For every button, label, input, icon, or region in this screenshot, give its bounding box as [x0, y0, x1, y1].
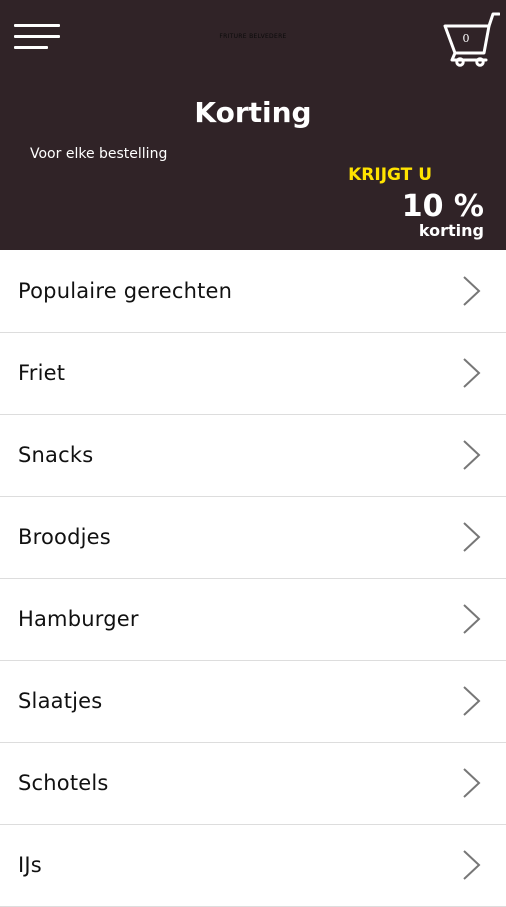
category-item-slaatjes[interactable]: Slaatjes — [0, 661, 506, 743]
banner-subtitle: Voor elke bestelling — [30, 146, 168, 162]
category-item-ijs[interactable]: IJs — [0, 825, 506, 907]
top-bar: FRITURE BELVEDERE 0 — [0, 0, 506, 76]
category-label: Friet — [18, 361, 66, 385]
brand-logo-text: FRITURE BELVEDERE — [219, 33, 287, 40]
category-label: Populaire gerechten — [18, 279, 233, 303]
menu-button[interactable] — [14, 24, 60, 50]
category-item-snacks[interactable]: Snacks — [0, 415, 506, 497]
chevron-right-icon — [463, 440, 481, 470]
category-label: Hamburger — [18, 607, 139, 631]
category-item-broodjes[interactable]: Broodjes — [0, 497, 506, 579]
banner-title: Korting — [194, 96, 312, 129]
category-label: Broodjes — [18, 525, 111, 549]
chevron-right-icon — [463, 850, 481, 880]
cart-count-badge: 0 — [462, 32, 470, 45]
chevron-right-icon — [463, 276, 481, 306]
discount-percent: 10 % — [401, 189, 484, 224]
category-label: Schotels — [18, 771, 109, 795]
category-item-friet[interactable]: Friet — [0, 333, 506, 415]
category-label: Slaatjes — [18, 689, 103, 713]
category-label: IJs — [18, 853, 42, 877]
chevron-right-icon — [463, 358, 481, 388]
banner-krijgt-label: KRIJGT U — [348, 165, 432, 185]
category-list: Populaire gerechten Friet Snacks Broodje… — [0, 251, 506, 907]
category-item-hamburger[interactable]: Hamburger — [0, 579, 506, 661]
chevron-right-icon — [463, 768, 481, 798]
chevron-right-icon — [463, 686, 481, 716]
hamburger-menu-icon-line — [14, 46, 48, 49]
chevron-right-icon — [463, 604, 481, 634]
hamburger-menu-icon-line — [14, 35, 60, 38]
category-item-populaire-gerechten[interactable]: Populaire gerechten — [0, 251, 506, 333]
chevron-right-icon — [463, 522, 481, 552]
cart-button[interactable]: 0 — [442, 10, 501, 68]
category-item-schotels[interactable]: Schotels — [0, 743, 506, 825]
discount-banner: Korting Voor elke bestelling KRIJGT U 10… — [0, 76, 506, 250]
discount-label: korting — [418, 221, 484, 240]
hamburger-menu-icon — [14, 24, 60, 27]
category-label: Snacks — [18, 443, 94, 467]
